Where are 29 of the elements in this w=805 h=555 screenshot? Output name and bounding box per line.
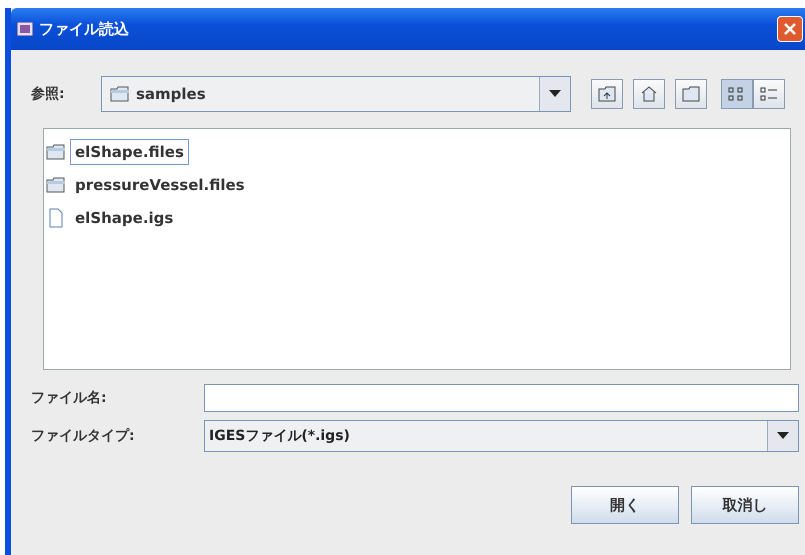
folder-up-arrow-icon [598,86,616,102]
home-button[interactable] [633,79,665,109]
caret-icon [777,432,789,440]
folder-icon [46,144,66,160]
look-in-dropdown[interactable]: samples [101,76,571,112]
look-in-label: 参照: [31,85,66,103]
new-folder-button[interactable] [675,79,707,109]
app-icon [17,22,33,36]
close-button[interactable] [777,16,803,42]
file-list-item[interactable]: elShape.files [70,138,189,164]
file-name-field[interactable] [204,384,799,412]
file-list-item[interactable]: elShape.igs [70,204,178,230]
list-view-button[interactable] [721,79,753,109]
close-icon [783,22,797,36]
list-icon [760,86,778,102]
cancel-button[interactable]: 取消し [691,486,799,524]
folder-icon [682,86,700,102]
file-type-dropdown[interactable]: IGESファイル(*.igs) [204,420,799,452]
file-list-item[interactable]: pressureVessel.files [70,172,250,198]
home-icon [640,86,658,102]
details-view-button[interactable] [753,79,785,109]
caret-icon [549,90,561,98]
window-title: ファイル読込 [39,20,130,38]
folder-icon [110,86,130,102]
up-folder-button[interactable] [591,79,623,109]
open-button[interactable]: 開く [571,486,679,524]
folder-icon [46,176,66,192]
file-type-label: ファイルタイプ: [31,427,136,445]
file-name-label: ファイル名: [31,389,108,407]
